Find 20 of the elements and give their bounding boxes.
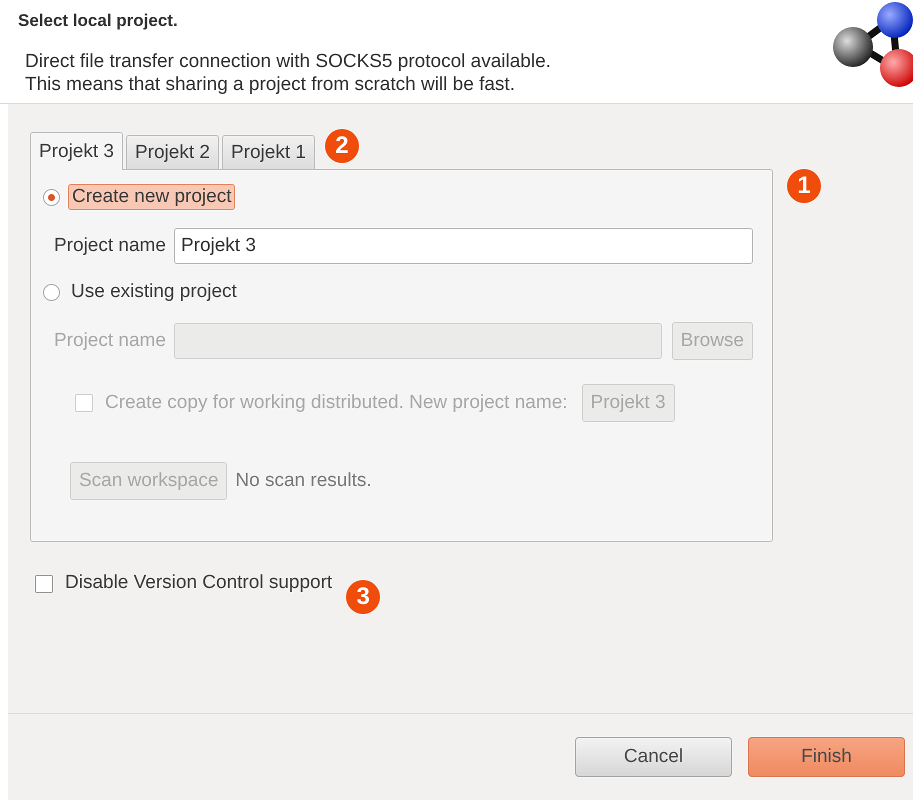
project-tab[interactable]: Projekt 1 bbox=[222, 135, 315, 169]
finish-button[interactable]: Finish bbox=[748, 737, 905, 777]
cancel-button[interactable]: Cancel bbox=[575, 737, 732, 777]
number-marker: 1 bbox=[787, 169, 821, 203]
field-label: Project name bbox=[54, 235, 166, 257]
checkbox[interactable] bbox=[35, 575, 53, 593]
radio-button[interactable] bbox=[43, 188, 60, 206]
field-label: Project name bbox=[54, 330, 166, 352]
description-text: Direct file transfer connection with SOCKS5 protocol available. bbox=[24, 50, 551, 73]
radio-label[interactable]: Create new project bbox=[68, 184, 236, 210]
number-marker: 2 bbox=[324, 129, 359, 163]
checkbox-label: Create copy for working distributed. New project name: bbox=[105, 392, 568, 414]
project-name-field[interactable]: Projekt 3 bbox=[174, 228, 753, 264]
scan-status-text: No scan results. bbox=[235, 470, 372, 492]
project-tab[interactable]: Projekt 2 bbox=[126, 135, 219, 169]
checkbox-label: Disable Version Control support bbox=[65, 572, 332, 594]
number-marker: 3 bbox=[346, 580, 380, 614]
project-tab[interactable]: Projekt 3 bbox=[30, 132, 123, 170]
description-text: This means that sharing a project from scratch will be fast. bbox=[24, 73, 516, 96]
page-title: Select local project. bbox=[18, 11, 179, 31]
